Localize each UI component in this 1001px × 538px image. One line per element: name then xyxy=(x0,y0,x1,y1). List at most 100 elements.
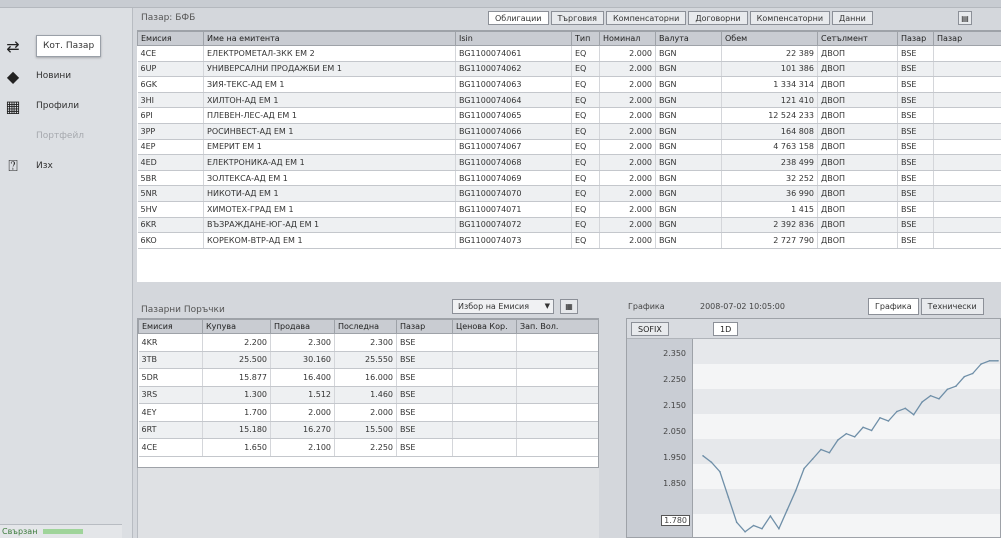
panel-menu-button[interactable]: ▤ xyxy=(958,11,972,25)
tab-bonds[interactable]: Облигации xyxy=(488,11,549,25)
table-row[interactable]: 6RT 15.180 16.270 15.500 BSE xyxy=(138,421,598,439)
table-row[interactable]: 3RS 1.300 1.512 1.460 BSE xyxy=(138,386,598,404)
table-cell xyxy=(933,232,1001,249)
table-cell xyxy=(452,368,517,387)
table-cell: 5DR xyxy=(138,368,203,387)
table-cell: ДВОП xyxy=(817,185,898,202)
table-cell: ДВОП xyxy=(817,92,898,109)
data-point xyxy=(719,470,721,473)
quotes-table: Емисия Купува Продава Последна Пазар Цен… xyxy=(138,319,598,457)
table-cell: КОРЕКОМ-ВТР-АД ЕМ 1 xyxy=(203,232,456,249)
table-cell: 15.500 xyxy=(334,421,397,439)
sidebar-item-news[interactable]: ◆ Новини xyxy=(0,62,130,90)
tab-chart[interactable]: Графика xyxy=(868,298,919,315)
table-row[interactable]: 6KO КОРЕКОМ-ВТР-АД ЕМ 1 BG1100074073 EQ 2.00… xyxy=(137,232,1001,249)
col-header[interactable]: Isin xyxy=(455,31,572,46)
instruments-table: Емисия Име на емитента Isin Тип Номинал … xyxy=(137,31,1001,249)
table-cell: BSE xyxy=(897,154,934,171)
table-row[interactable]: 3PP РОСИНВЕСТ-АД ЕМ 1 BG1100074066 EQ 2.000 B… xyxy=(137,123,1001,140)
col-header[interactable]: Обем xyxy=(721,31,818,46)
tab-period[interactable]: 1D xyxy=(713,322,739,336)
table-cell: 2.300 xyxy=(270,333,335,352)
table-cell: BGN xyxy=(655,92,722,109)
table-cell: BGN xyxy=(655,154,722,171)
chart-timestamp: 2008-07-02 10:05:00 xyxy=(700,302,785,311)
table-cell: 2.000 xyxy=(599,139,656,156)
table-cell: 1 415 xyxy=(721,201,818,218)
table-cell: 6RT xyxy=(138,421,203,439)
table-row[interactable]: 4EY 1.700 2.000 2.000 BSE xyxy=(138,403,598,422)
col-header[interactable]: Емисия xyxy=(138,319,203,334)
table-row[interactable]: 4CE 1.650 2.100 2.250 BSE xyxy=(138,438,598,457)
table-row[interactable]: 4EP ЕМЕРИТ ЕМ 1 BG1100074067 EQ 2.000 BGN 4 76… xyxy=(137,139,1001,156)
col-header[interactable]: Последна xyxy=(334,319,397,334)
col-header[interactable]: Купува xyxy=(202,319,271,334)
data-point xyxy=(828,451,831,454)
col-header[interactable]: Продава xyxy=(270,319,335,334)
instruments-table-wrap: Емисия Име на емитента Isin Тип Номинал … xyxy=(137,30,1001,282)
data-point xyxy=(946,388,949,391)
sidebar-item-exit[interactable]: ⍰ Изх xyxy=(0,152,130,180)
col-header[interactable]: Пазар xyxy=(933,31,1001,46)
title-strip xyxy=(0,0,1001,8)
sidebar-item-profiles[interactable]: ▦ Профили xyxy=(0,92,130,120)
tab-compensatory[interactable]: Компенсаторни xyxy=(605,11,687,25)
table-row[interactable]: 3TB 25.500 30.160 25.550 BSE xyxy=(138,351,598,369)
table-row[interactable]: 3HI ХИЛТОН-АД ЕМ 1 BG1100074064 EQ 2.000 BGN 1… xyxy=(137,92,1001,109)
table-row[interactable]: 5NR НИКОТИ-АД ЕМ 1 BG1100074070 EQ 2.000 BGN 3… xyxy=(137,185,1001,202)
table-cell xyxy=(452,438,517,457)
table-row[interactable]: 4ED ЕЛЕКТРОНИКА-АД ЕМ 1 BG1100074068 EQ 2.00… xyxy=(137,154,1001,171)
table-row[interactable]: 6UP УНИВЕРСАЛНИ ПРОДАЖБИ ЕМ 1 BG1100074062… xyxy=(137,61,1001,78)
table-row[interactable]: 4CE ЕЛЕКТРОМЕТАЛ-ЗКК ЕМ 2 BG1100074061 EQ 2.… xyxy=(137,45,1001,62)
sidebar-item-market[interactable]: ⇄ Кот. Пазар xyxy=(0,32,130,60)
table-row[interactable]: 4KR 2.200 2.300 2.300 BSE xyxy=(138,333,598,352)
col-header[interactable]: Ценова Кор. xyxy=(452,319,517,334)
issue-select[interactable]: Избор на Емисия ▼ xyxy=(452,299,554,314)
col-header[interactable]: Име на емитента xyxy=(203,31,456,46)
col-header[interactable]: Пазар xyxy=(897,31,934,46)
table-cell: 2.000 xyxy=(599,123,656,140)
sidebar-item-portfolio[interactable]: Портфейл xyxy=(0,122,130,150)
table-cell: BG1100074073 xyxy=(455,232,572,249)
col-header[interactable]: Емисия xyxy=(137,31,204,46)
sidebar: ⇄ Кот. Пазар ◆ Новини ▦ Профили Портфейл… xyxy=(0,8,133,538)
table-cell: BG1100074064 xyxy=(455,92,572,109)
tab-compensatory-2[interactable]: Компенсаторни xyxy=(749,11,831,25)
table-cell: BGN xyxy=(655,201,722,218)
table-row[interactable]: 6PI ПЛЕВЕН-ЛЕС-АД ЕМ 1 BG1100074065 EQ 2.000… xyxy=(137,107,1001,124)
tab-data[interactable]: Данни xyxy=(832,11,873,25)
table-row[interactable]: 6KR ВЪЗРАЖДАНЕ-ЮГ-АД ЕМ 1 BG1100074072 EQ 2.… xyxy=(137,217,1001,234)
tab-technical[interactable]: Технически xyxy=(920,298,984,315)
table-cell: 1.460 xyxy=(334,386,397,404)
table-cell: EQ xyxy=(571,92,600,109)
grid-band xyxy=(693,464,1000,489)
col-header[interactable]: Зап. Вол. xyxy=(516,319,598,334)
col-header[interactable]: Тип xyxy=(571,31,600,46)
chart-panel: SOFIX 1D 2.350 2.250 2.150 2.050 1.950 1… xyxy=(626,318,1001,538)
data-point xyxy=(794,489,797,492)
col-header[interactable]: Валута xyxy=(655,31,722,46)
tab-trade[interactable]: Търговия xyxy=(550,11,604,25)
options-button[interactable]: ▦ xyxy=(560,299,578,314)
table-cell: 6PI xyxy=(137,107,204,124)
col-header[interactable]: Пазар xyxy=(396,319,453,334)
grid-band xyxy=(693,414,1000,439)
col-header[interactable]: Сетълмент xyxy=(817,31,898,46)
table-cell: ДВОП xyxy=(817,107,898,124)
connection-status: Свързан xyxy=(0,524,122,538)
table-cell: BSE xyxy=(396,351,453,369)
tab-index[interactable]: SOFIX xyxy=(631,322,669,336)
table-cell: ДВОП xyxy=(817,76,898,93)
table-cell: BSE xyxy=(396,333,453,352)
table-cell: 164 808 xyxy=(721,123,818,140)
instruments-title: Пазар: БФБ xyxy=(141,13,196,23)
col-header[interactable]: Номинал xyxy=(599,31,656,46)
table-row[interactable]: 5BR ЗОЛТЕКСА-АД ЕМ 1 BG1100074069 EQ 2.000 BG… xyxy=(137,170,1001,187)
table-row[interactable]: 5DR 15.877 16.400 16.000 BSE xyxy=(138,368,598,387)
table-row[interactable]: 6GK ЗИЯ-ТЕКС-АД ЕМ 1 BG1100074063 EQ 2.000 BG… xyxy=(137,76,1001,93)
data-point xyxy=(870,429,873,432)
table-row[interactable]: 5HV ХИМОТЕХ-ГРАД ЕМ 1 BG1100074071 EQ 2.000 B… xyxy=(137,201,1001,218)
table-cell: 1 334 314 xyxy=(721,76,818,93)
table-cell: 238 499 xyxy=(721,154,818,171)
tab-contracts[interactable]: Договорни xyxy=(688,11,748,25)
